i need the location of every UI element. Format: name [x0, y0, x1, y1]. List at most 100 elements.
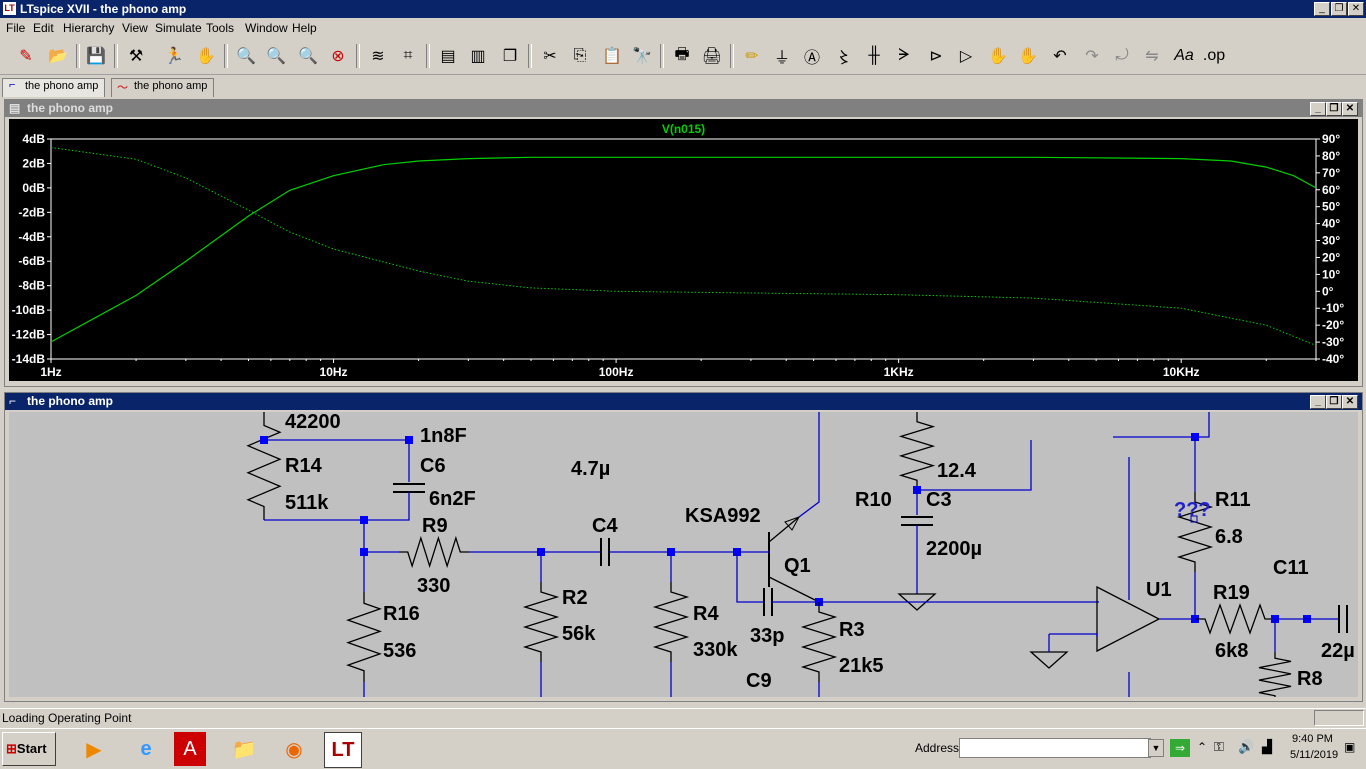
component-icon[interactable]: ▷ [954, 44, 978, 68]
rotate-icon[interactable]: ⤾ [1110, 44, 1134, 68]
volume-icon[interactable]: 🔊 [1238, 739, 1254, 755]
tab-schematic[interactable]: ⌐ the phono amp [2, 78, 106, 97]
go-icon[interactable]: ⇒ [1170, 739, 1190, 757]
zoom-pan-icon[interactable]: 🔍 [264, 44, 288, 68]
draw-wire-icon[interactable]: ✏ [740, 44, 764, 68]
restore-icon[interactable]: ❐ [1326, 102, 1342, 116]
firefox-icon[interactable]: ◉ [276, 732, 312, 766]
media-player-icon[interactable]: ▶ [76, 732, 112, 766]
status-text: Loading Operating Point [2, 711, 132, 725]
status-panel [1314, 710, 1364, 726]
resistor-r4 [652, 582, 690, 662]
menu-edit[interactable]: Edit [33, 21, 54, 35]
text-icon[interactable]: Aa [1172, 44, 1196, 68]
clock-time[interactable]: 9:40 PM [1292, 733, 1333, 745]
minimize-icon[interactable]: _ [1314, 2, 1330, 16]
label-net-icon[interactable]: Ⓐ [800, 44, 824, 68]
save-icon[interactable]: 💾 [84, 44, 108, 68]
clock-date[interactable]: 5/11/2019 [1290, 749, 1338, 761]
menu-bar: File Edit Hierarchy View Simulate Tools … [0, 18, 1366, 38]
close-icon[interactable]: ✕ [1342, 102, 1358, 116]
component-label: C4 [592, 515, 618, 537]
schematic-window-icon: ⌐ [9, 394, 17, 408]
x-tick-label: 1Hz [40, 365, 61, 379]
show-desktop-icon[interactable]: ▣ [1344, 740, 1355, 754]
tab-waveform[interactable]: 〜 the phono amp [111, 78, 215, 97]
taskbar: ⊞Start ▶ e A 📁 ◉ LT Address ▼ ⇒ ⌃ ⚿ 🔊 ▟ … [0, 728, 1366, 769]
component-label: R8 [1297, 668, 1323, 690]
resistor-r8 [1258, 652, 1292, 697]
tab-label: the phono amp [25, 80, 99, 92]
print-icon[interactable]: 🖨 [700, 44, 724, 68]
file-explorer-icon[interactable]: 📁 [226, 732, 262, 766]
status-bar: Loading Operating Point [0, 708, 1366, 727]
resistor-icon[interactable]: 〻 [832, 44, 856, 68]
component-label: 56k [562, 623, 596, 645]
halt-icon[interactable]: ✋ [194, 44, 218, 68]
cut-icon[interactable]: ✂ [538, 44, 562, 68]
run-icon[interactable]: 🏃 [162, 44, 186, 68]
menu-help[interactable]: Help [292, 21, 317, 35]
junction-node [260, 436, 268, 444]
copy-icon[interactable]: ⎘ [568, 44, 592, 68]
y-right-tick-label: -30° [1322, 335, 1344, 349]
diode-icon[interactable]: ⊳ [924, 44, 948, 68]
menu-view[interactable]: View [122, 21, 148, 35]
plot-area[interactable]: 4dB 2dB 0dB -2dB -4dB -6dB -8dB -10dB -12dB -14dB… [9, 119, 1358, 381]
restore-icon[interactable]: ❐ [1326, 395, 1342, 409]
menu-tools[interactable]: Tools [206, 21, 234, 35]
move-icon[interactable]: ✋ [986, 44, 1010, 68]
control-panel-icon[interactable]: ⚒ [124, 44, 148, 68]
restore-icon[interactable]: ❐ [1331, 2, 1347, 16]
start-button[interactable]: ⊞Start [2, 732, 56, 766]
ground-icon[interactable]: ⏚ [770, 44, 794, 68]
address-dropdown-icon[interactable]: ▼ [1148, 739, 1164, 757]
menu-simulate[interactable]: Simulate [155, 21, 202, 35]
zoom-out-icon[interactable]: 🔍 [296, 44, 320, 68]
mirror-icon[interactable]: ⇋ [1140, 44, 1164, 68]
tile-horizontal-icon[interactable]: ▤ [436, 44, 460, 68]
close-icon[interactable]: ✕ [1342, 395, 1358, 409]
show-hidden-icons[interactable]: ⌃ [1197, 740, 1207, 754]
wire [1049, 633, 1098, 637]
menu-file[interactable]: File [6, 21, 25, 35]
menu-hierarchy[interactable]: Hierarchy [63, 21, 114, 35]
redo-icon[interactable]: ↷ [1080, 44, 1104, 68]
zoom-fit-icon[interactable]: ⊗ [326, 44, 350, 68]
y-right-tick-label: 80° [1322, 149, 1340, 163]
component-label: 22µ [1321, 640, 1355, 662]
new-schematic-icon[interactable]: ✎ [14, 44, 38, 68]
tile-vertical-icon[interactable]: ▥ [466, 44, 490, 68]
minimize-icon[interactable]: _ [1310, 102, 1326, 116]
schematic-drawing: 42200 1n8F R14 C6 511k 6n2F R9 330 4.7µ C4 R16 536 R… [246, 412, 1355, 697]
close-icon[interactable]: ✕ [1348, 2, 1364, 16]
ground-symbol [1029, 651, 1069, 669]
internet-explorer-icon[interactable]: e [128, 732, 164, 766]
resistor-r14 [246, 412, 282, 520]
zoom-in-icon[interactable]: 🔍 [234, 44, 258, 68]
cascade-icon[interactable]: ❐ [498, 44, 522, 68]
undo-icon[interactable]: ↶ [1048, 44, 1072, 68]
print-preview-icon[interactable]: 🖶 [670, 44, 694, 68]
drag-icon[interactable]: ✋ [1016, 44, 1040, 68]
grid-icon[interactable]: ⌗ [396, 44, 420, 68]
y-right-tick-label: 30° [1322, 234, 1340, 248]
minimize-icon[interactable]: _ [1310, 395, 1326, 409]
address-input[interactable] [959, 738, 1151, 758]
component-label: C11 [1273, 557, 1309, 579]
spice-directive-icon[interactable]: .op [1202, 44, 1226, 68]
open-icon[interactable]: 📂 [46, 44, 70, 68]
component-label: C3 [926, 489, 952, 511]
find-icon[interactable]: 🔭 [630, 44, 654, 68]
ltspice-taskbar-icon[interactable]: LT [324, 732, 362, 768]
resistor-r3 [800, 602, 838, 682]
schematic-title-bar: ⌐ the phono amp _ ❐ ✕ [5, 393, 1362, 410]
acrobat-icon[interactable]: A [174, 732, 206, 766]
y-left-tick-label: 2dB [22, 156, 45, 170]
schematic-canvas[interactable]: 42200 1n8F R14 C6 511k 6n2F R9 330 4.7µ C4 R16 536 R… [9, 412, 1358, 697]
paste-icon[interactable]: 📋 [600, 44, 624, 68]
menu-window[interactable]: Window [245, 21, 288, 35]
autorange-icon[interactable]: ≋ [366, 44, 390, 68]
inductor-icon[interactable]: ᗒ [892, 44, 916, 68]
capacitor-icon[interactable]: ╫ [862, 44, 886, 68]
